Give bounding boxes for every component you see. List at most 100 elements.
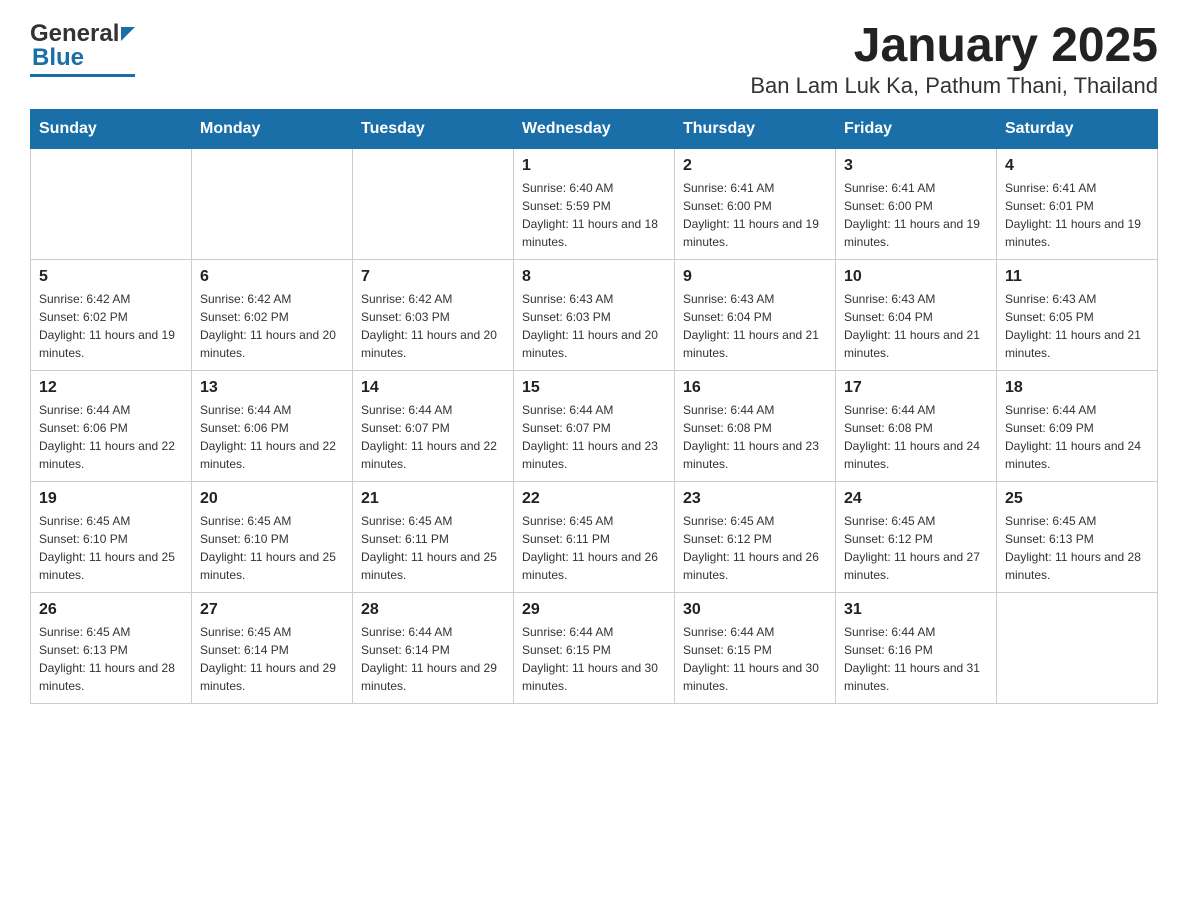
day-number: 30 (683, 601, 827, 619)
header-wednesday: Wednesday (514, 109, 675, 148)
calendar-cell: 10 Sunrise: 6:43 AM Sunset: 6:04 PM Dayli… (836, 259, 997, 370)
day-info: Sunrise: 6:43 AM Sunset: 6:03 PM Dayligh… (522, 290, 666, 362)
day-number: 11 (1005, 268, 1149, 286)
calendar-cell: 6 Sunrise: 6:42 AM Sunset: 6:02 PM Daylig… (192, 259, 353, 370)
header-friday: Friday (836, 109, 997, 148)
calendar-week-row: 1Sunrise: 6:40 AM Sunset: 5:59 PM Daylig… (31, 148, 1158, 259)
day-number: 12 (39, 379, 183, 397)
day-info: Sunrise: 6:43 AM Sunset: 6:05 PM Dayligh… (1005, 290, 1149, 362)
calendar-cell: 28Sunrise: 6:44 AM Sunset: 6:14 PM Dayli… (353, 592, 514, 703)
day-number: 23 (683, 490, 827, 508)
calendar-cell: 19Sunrise: 6:45 AM Sunset: 6:10 PM Dayli… (31, 481, 192, 592)
calendar-cell (192, 148, 353, 259)
day-info: Sunrise: 6:45 AM Sunset: 6:11 PM Dayligh… (522, 512, 666, 584)
title-block: January 2025 Ban Lam Luk Ka, Pathum Than… (750, 20, 1158, 99)
day-info: Sunrise: 6:45 AM Sunset: 6:12 PM Dayligh… (683, 512, 827, 584)
day-number: 15 (522, 379, 666, 397)
day-info: Sunrise: 6:45 AM Sunset: 6:12 PM Dayligh… (844, 512, 988, 584)
calendar-cell: 7Sunrise: 6:42 AM Sunset: 6:03 PM Daylig… (353, 259, 514, 370)
calendar-cell: 9 Sunrise: 6:43 AM Sunset: 6:04 PM Daylig… (675, 259, 836, 370)
day-info: Sunrise: 6:42 AM Sunset: 6:02 PM Dayligh… (39, 290, 183, 362)
days-of-week-row: Sunday Monday Tuesday Wednesday Thursday… (31, 109, 1158, 148)
calendar-cell: 27 Sunrise: 6:45 AM Sunset: 6:14 PM Dayli… (192, 592, 353, 703)
calendar-week-row: 26 Sunrise: 6:45 AM Sunset: 6:13 PM Dayli… (31, 592, 1158, 703)
day-info: Sunrise: 6:44 AM Sunset: 6:07 PM Dayligh… (522, 401, 666, 473)
day-info: Sunrise: 6:44 AM Sunset: 6:15 PM Dayligh… (522, 623, 666, 695)
calendar-body: 1Sunrise: 6:40 AM Sunset: 5:59 PM Daylig… (31, 148, 1158, 703)
day-number: 9 (683, 268, 827, 286)
day-info: Sunrise: 6:44 AM Sunset: 6:15 PM Dayligh… (683, 623, 827, 695)
calendar-cell: 3Sunrise: 6:41 AM Sunset: 6:00 PM Daylig… (836, 148, 997, 259)
day-info: Sunrise: 6:44 AM Sunset: 6:08 PM Dayligh… (844, 401, 988, 473)
calendar-cell: 1Sunrise: 6:40 AM Sunset: 5:59 PM Daylig… (514, 148, 675, 259)
calendar-cell (353, 148, 514, 259)
calendar-cell: 25 Sunrise: 6:45 AM Sunset: 6:13 PM Dayli… (997, 481, 1158, 592)
day-number: 31 (844, 601, 988, 619)
day-number: 24 (844, 490, 988, 508)
calendar-cell: 14 Sunrise: 6:44 AM Sunset: 6:07 PM Dayli… (353, 370, 514, 481)
day-number: 1 (522, 157, 666, 175)
calendar-header: Sunday Monday Tuesday Wednesday Thursday… (31, 109, 1158, 148)
day-number: 27 (200, 601, 344, 619)
day-number: 28 (361, 601, 505, 619)
logo-underline (30, 74, 135, 77)
day-info: Sunrise: 6:41 AM Sunset: 6:01 PM Dayligh… (1005, 179, 1149, 251)
calendar-cell: 13 Sunrise: 6:44 AM Sunset: 6:06 PM Dayli… (192, 370, 353, 481)
header-sunday: Sunday (31, 109, 192, 148)
day-number: 7 (361, 268, 505, 286)
day-info: Sunrise: 6:44 AM Sunset: 6:06 PM Dayligh… (200, 401, 344, 473)
day-number: 25 (1005, 490, 1149, 508)
day-info: Sunrise: 6:45 AM Sunset: 6:10 PM Dayligh… (200, 512, 344, 584)
calendar-cell: 8 Sunrise: 6:43 AM Sunset: 6:03 PM Daylig… (514, 259, 675, 370)
calendar-cell: 17 Sunrise: 6:44 AM Sunset: 6:08 PM Dayli… (836, 370, 997, 481)
day-number: 10 (844, 268, 988, 286)
day-info: Sunrise: 6:43 AM Sunset: 6:04 PM Dayligh… (844, 290, 988, 362)
day-number: 8 (522, 268, 666, 286)
day-number: 16 (683, 379, 827, 397)
calendar-cell: 30 Sunrise: 6:44 AM Sunset: 6:15 PM Dayli… (675, 592, 836, 703)
calendar-cell: 22 Sunrise: 6:45 AM Sunset: 6:11 PM Dayli… (514, 481, 675, 592)
day-info: Sunrise: 6:42 AM Sunset: 6:02 PM Dayligh… (200, 290, 344, 362)
day-number: 5 (39, 268, 183, 286)
day-number: 26 (39, 601, 183, 619)
day-number: 4 (1005, 157, 1149, 175)
calendar-cell: 23 Sunrise: 6:45 AM Sunset: 6:12 PM Dayli… (675, 481, 836, 592)
calendar-week-row: 5 Sunrise: 6:42 AM Sunset: 6:02 PM Daylig… (31, 259, 1158, 370)
day-info: Sunrise: 6:45 AM Sunset: 6:13 PM Dayligh… (1005, 512, 1149, 584)
calendar-cell: 20 Sunrise: 6:45 AM Sunset: 6:10 PM Dayli… (192, 481, 353, 592)
day-info: Sunrise: 6:45 AM Sunset: 6:13 PM Dayligh… (39, 623, 183, 695)
calendar-cell: 24 Sunrise: 6:45 AM Sunset: 6:12 PM Dayli… (836, 481, 997, 592)
day-info: Sunrise: 6:44 AM Sunset: 6:06 PM Dayligh… (39, 401, 183, 473)
calendar-cell: 12 Sunrise: 6:44 AM Sunset: 6:06 PM Dayli… (31, 370, 192, 481)
day-info: Sunrise: 6:43 AM Sunset: 6:04 PM Dayligh… (683, 290, 827, 362)
calendar-cell (997, 592, 1158, 703)
calendar-cell: 5 Sunrise: 6:42 AM Sunset: 6:02 PM Daylig… (31, 259, 192, 370)
day-number: 6 (200, 268, 344, 286)
day-number: 17 (844, 379, 988, 397)
calendar-cell: 21Sunrise: 6:45 AM Sunset: 6:11 PM Dayli… (353, 481, 514, 592)
day-info: Sunrise: 6:45 AM Sunset: 6:14 PM Dayligh… (200, 623, 344, 695)
calendar-cell: 31 Sunrise: 6:44 AM Sunset: 6:16 PM Dayli… (836, 592, 997, 703)
day-info: Sunrise: 6:44 AM Sunset: 6:07 PM Dayligh… (361, 401, 505, 473)
calendar-week-row: 12 Sunrise: 6:44 AM Sunset: 6:06 PM Dayli… (31, 370, 1158, 481)
header-tuesday: Tuesday (353, 109, 514, 148)
page-header: General Blue January 2025 Ban Lam Luk Ka… (30, 20, 1158, 99)
day-number: 14 (361, 379, 505, 397)
logo-chevron-icon (121, 27, 135, 41)
day-number: 29 (522, 601, 666, 619)
header-saturday: Saturday (997, 109, 1158, 148)
day-number: 18 (1005, 379, 1149, 397)
logo: General Blue (30, 20, 135, 77)
day-number: 3 (844, 157, 988, 175)
calendar-cell: 26 Sunrise: 6:45 AM Sunset: 6:13 PM Dayli… (31, 592, 192, 703)
day-number: 22 (522, 490, 666, 508)
page-title: January 2025 (750, 20, 1158, 73)
day-info: Sunrise: 6:45 AM Sunset: 6:11 PM Dayligh… (361, 512, 505, 584)
day-number: 13 (200, 379, 344, 397)
day-number: 19 (39, 490, 183, 508)
day-info: Sunrise: 6:44 AM Sunset: 6:16 PM Dayligh… (844, 623, 988, 695)
header-thursday: Thursday (675, 109, 836, 148)
day-number: 20 (200, 490, 344, 508)
calendar-table: Sunday Monday Tuesday Wednesday Thursday… (30, 109, 1158, 704)
day-info: Sunrise: 6:41 AM Sunset: 6:00 PM Dayligh… (683, 179, 827, 251)
